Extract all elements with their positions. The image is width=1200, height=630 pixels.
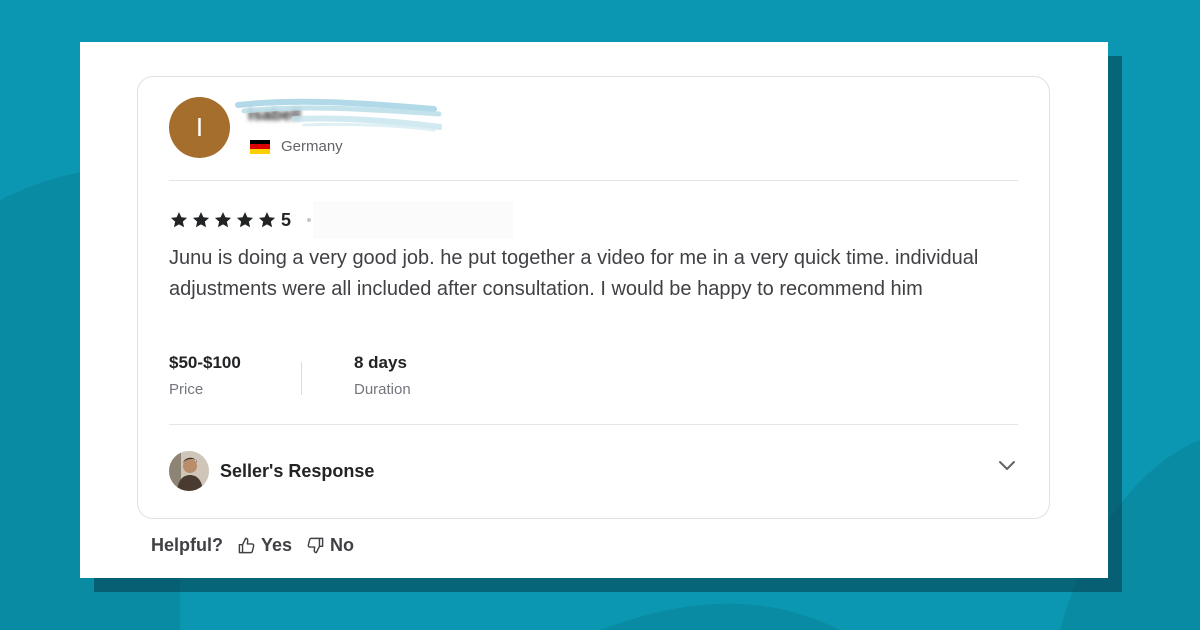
star-icon	[192, 212, 210, 228]
rating-row: 5	[169, 201, 514, 239]
reviewer-country: Germany	[250, 138, 343, 155]
duration-value: 8 days	[354, 353, 407, 372]
reviewer-avatar: I	[169, 97, 230, 158]
review-card: I Isabell Germany 5 Junu is doing a very…	[137, 76, 1050, 519]
chevron-down-icon[interactable]	[997, 459, 1017, 473]
star-icon	[214, 212, 232, 228]
star-icon	[236, 212, 254, 228]
review-text: Junu is doing a very good job. he put to…	[169, 247, 979, 300]
review-frame: I Isabell Germany 5 Junu is doing a very…	[80, 42, 1108, 578]
separator-dot	[307, 218, 312, 222]
thumbs-down-icon	[307, 537, 324, 554]
price-value: $50-$100	[169, 353, 241, 372]
meta-divider	[301, 362, 302, 395]
helpful-label: Helpful?	[151, 535, 223, 555]
reviewer-name-redacted: Isabell	[234, 97, 442, 135]
seller-avatar	[169, 451, 209, 491]
star-icon	[170, 212, 188, 228]
star-icon	[258, 212, 276, 228]
rating-value: 5	[281, 209, 292, 230]
seller-response-label: Seller's Response	[220, 460, 375, 481]
reviewer-avatar-initial: I	[195, 112, 204, 142]
helpful-no-button[interactable]: No	[306, 535, 354, 556]
price-label: Price	[169, 381, 204, 398]
duration-block: 8 days Duration	[354, 353, 411, 398]
helpful-yes-label: Yes	[261, 535, 293, 555]
helpful-yes-button[interactable]: Yes	[237, 535, 292, 556]
response-divider	[169, 424, 1018, 425]
header-divider	[169, 180, 1018, 181]
country-name: Germany	[281, 138, 343, 155]
helpful-row: Helpful? Yes No	[151, 535, 354, 556]
redacted-date	[313, 201, 514, 239]
duration-label: Duration	[354, 381, 411, 398]
germany-flag-icon	[250, 139, 270, 154]
thumbs-up-icon	[238, 537, 255, 554]
price-block: $50-$100 Price	[169, 353, 241, 398]
star-rating	[169, 210, 277, 230]
seller-response-toggle[interactable]: Seller's Response	[169, 451, 374, 491]
helpful-no-label: No	[330, 535, 355, 555]
